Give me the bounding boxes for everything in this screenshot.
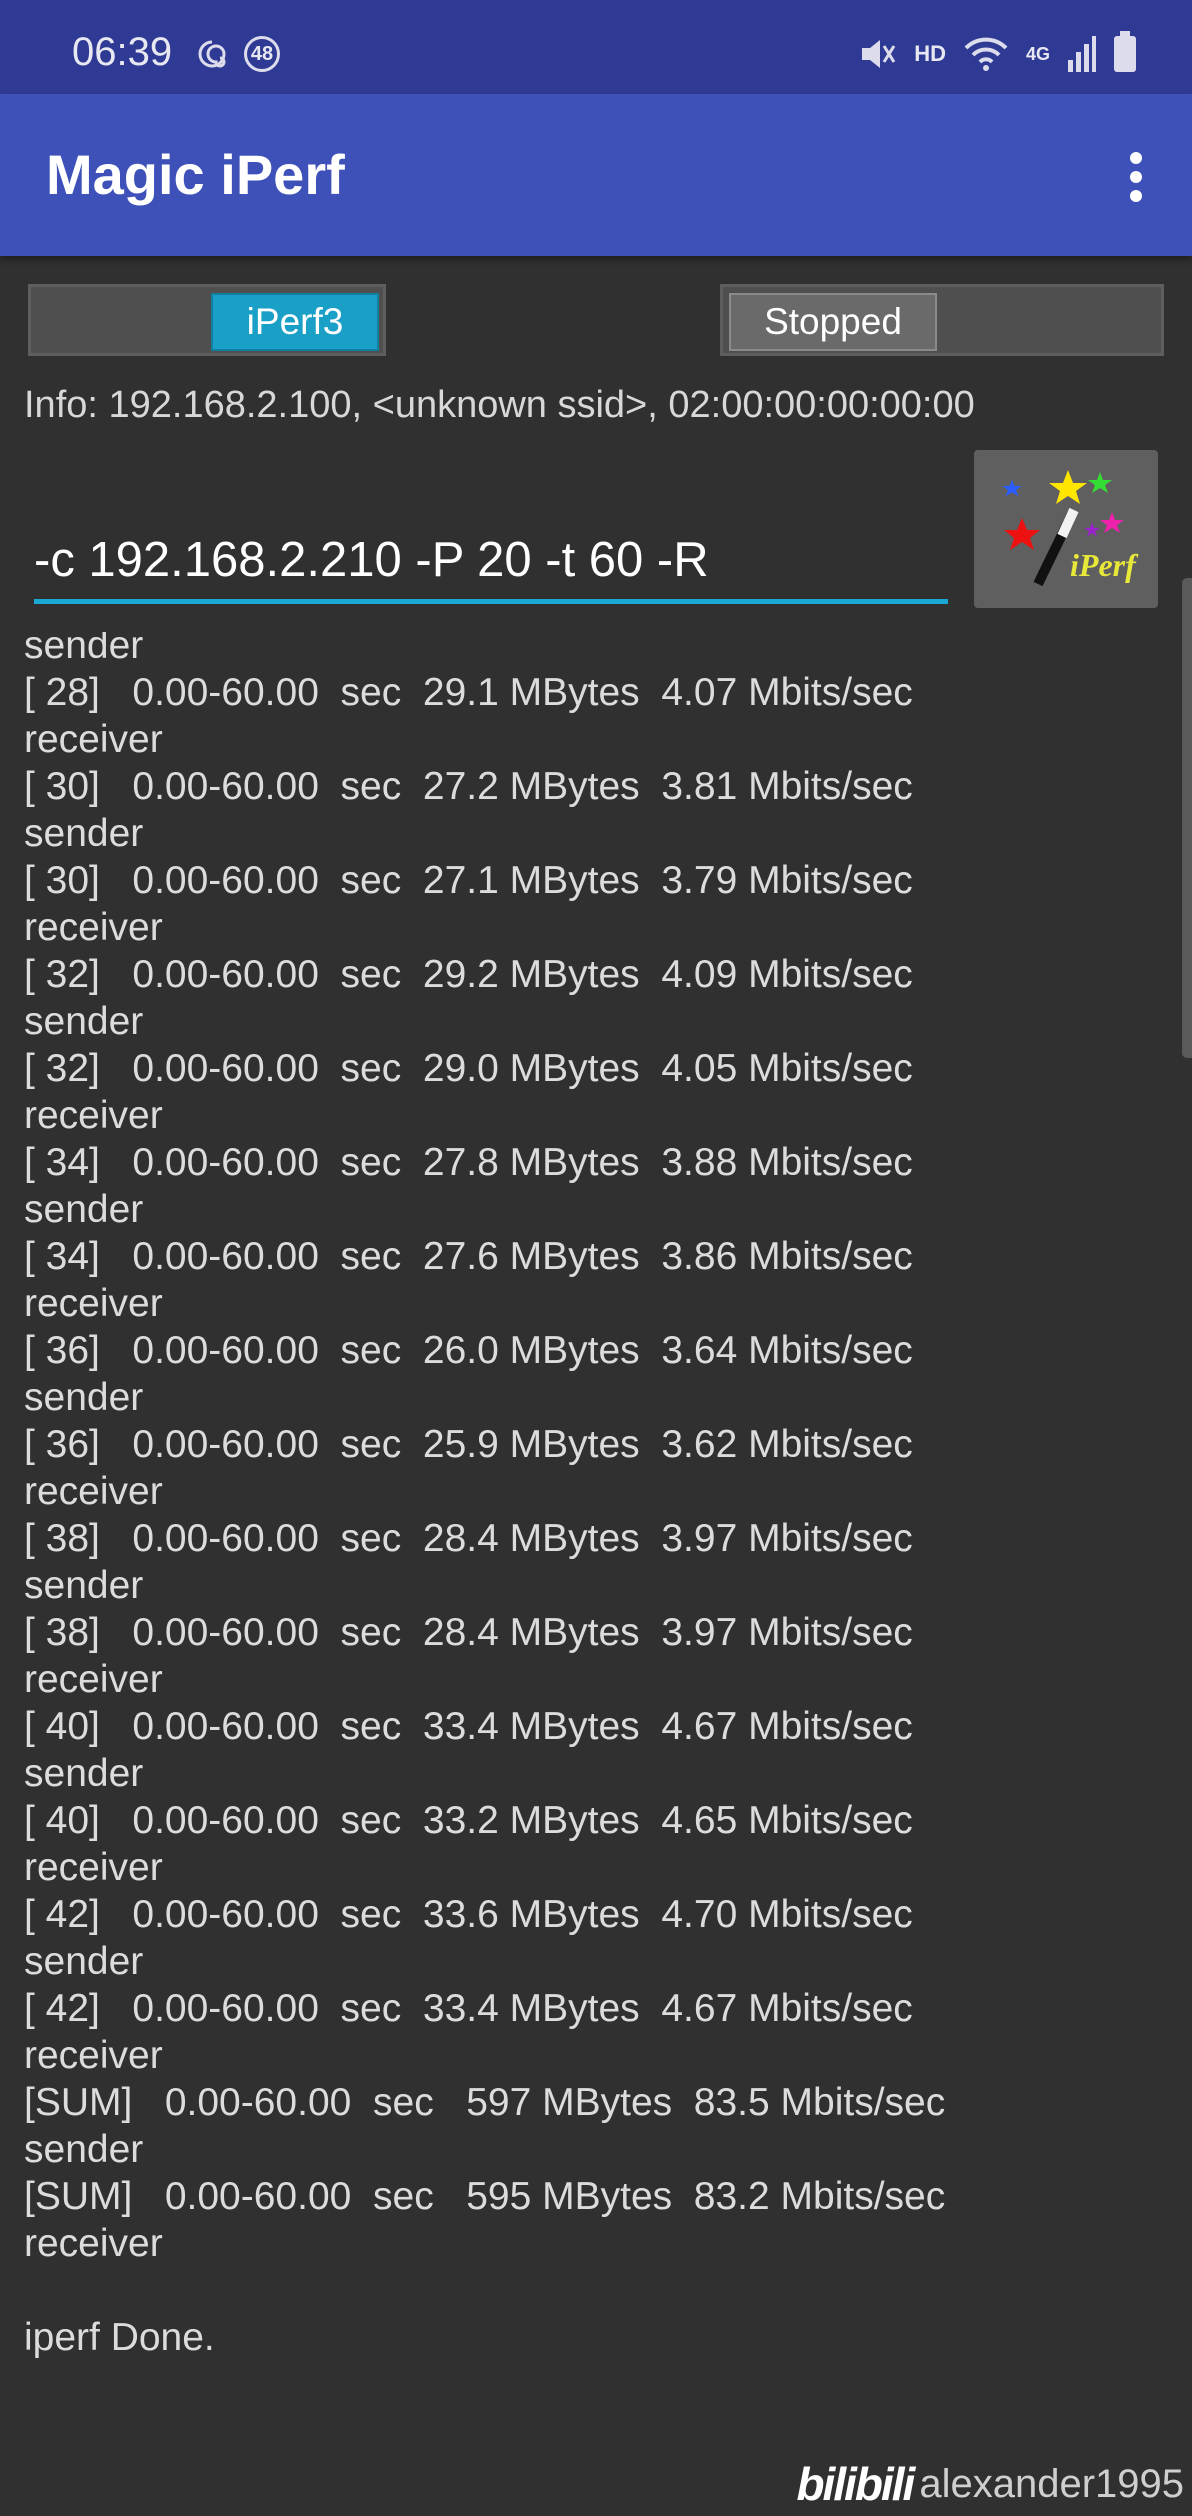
log-line: [SUM] 0.00-60.00 sec 595 MBytes 83.2 Mbi… [24,2175,946,2218]
log-line: sender [24,632,144,667]
hd-label: HD [914,41,946,66]
log-line: sender [24,1188,144,1231]
mute-icon [862,40,896,68]
log-line: [ 36] 0.00-60.00 sec 25.9 MBytes 3.62 Mb… [24,1423,913,1466]
log-line: [ 40] 0.00-60.00 sec 33.4 MBytes 4.67 Mb… [24,1705,913,1748]
log-line: receiver [24,906,163,949]
log-line: [ 32] 0.00-60.00 sec 29.0 MBytes 4.05 Mb… [24,1047,913,1090]
watermark-user: alexander1995 [919,2461,1184,2506]
log-line: [ 34] 0.00-60.00 sec 27.8 MBytes 3.88 Mb… [24,1141,913,1184]
status-icons-right: HD 4G [856,31,1136,74]
start-iperf-logo-button[interactable]: iPerf [974,450,1158,608]
status-bar: 06:39 48 HD 4G [0,0,1192,94]
log-line: [ 38] 0.00-60.00 sec 28.4 MBytes 3.97 Mb… [24,1611,913,1654]
log-line: sender [24,1752,144,1795]
log-line: [ 38] 0.00-60.00 sec 28.4 MBytes 3.97 Mb… [24,1517,913,1560]
output-log: sender [ 28] 0.00-60.00 sec 29.1 MBytes 4… [0,632,1192,2412]
state-toggle[interactable]: Stopped [720,284,1164,356]
overflow-menu-icon[interactable] [1130,152,1142,202]
log-line: receiver [24,1846,163,1889]
log-line: receiver [24,2222,163,2265]
log-line: sender [24,1940,144,1983]
bilibili-logo: bilibili [796,2458,915,2510]
log-line: [ 42] 0.00-60.00 sec 33.4 MBytes 4.67 Mb… [24,1987,913,2030]
magic-wand-icon: iPerf [1002,470,1139,587]
scrollbar[interactable] [1182,578,1192,1058]
status-icons-left: 48 [194,36,280,72]
network-info-text: Info: 192.168.2.100, <unknown ssid>, 02:… [24,384,975,426]
log-line: receiver [24,718,163,761]
log-line: [ 30] 0.00-60.00 sec 27.2 MBytes 3.81 Mb… [24,765,913,808]
status-time: 06:39 [72,30,173,74]
watermark: bilibili alexander1995 [796,2452,1184,2516]
log-line: receiver [24,1470,163,1513]
log-line: [ 30] 0.00-60.00 sec 27.1 MBytes 3.79 Mb… [24,859,913,902]
log-line: receiver [24,1094,163,1137]
signal-icon [1068,36,1096,72]
log-line: [ 32] 0.00-60.00 sec 29.2 MBytes 4.09 Mb… [24,953,913,996]
app-title: Magic iPerf [46,143,345,206]
wifi-icon [964,37,1008,71]
command-input[interactable] [34,520,948,604]
log-line: [ 42] 0.00-60.00 sec 33.6 MBytes 4.70 Mb… [24,1893,913,1936]
battery-icon [1114,31,1136,72]
notification-count-badge: 48 [244,36,280,72]
log-line: receiver [24,1658,163,1701]
log-line: iperf Done. [24,2316,215,2359]
log-line: [SUM] 0.00-60.00 sec 597 MBytes 83.5 Mbi… [24,2081,946,2124]
iperf3-mode-button[interactable]: iPerf3 [211,293,379,351]
log-line: [ 36] 0.00-60.00 sec 26.0 MBytes 3.64 Mb… [24,1329,913,1372]
log-line: [ 34] 0.00-60.00 sec 27.6 MBytes 3.86 Mb… [24,1235,913,1278]
log-line: sender [24,1376,144,1419]
log-line: sender [24,2128,144,2171]
logo-text: iPerf [1070,547,1139,583]
log-line: receiver [24,2034,163,2077]
log-line: sender [24,812,144,855]
output-log-lines: sender [ 28] 0.00-60.00 sec 29.1 MBytes 4… [24,632,945,2361]
log-line: receiver [24,1282,163,1325]
swirl-icon [198,40,226,68]
log-line: [ 28] 0.00-60.00 sec 29.1 MBytes 4.07 Mb… [24,671,913,714]
app-bar: Magic iPerf [0,94,1192,256]
mode-toggle[interactable]: iPerf3 [28,284,386,356]
log-line: sender [24,1564,144,1607]
stopped-state-button[interactable]: Stopped [729,293,937,351]
log-line: ​ [24,2267,945,2314]
network-type-label: 4G [1025,43,1050,64]
log-line: sender [24,1000,144,1043]
log-line: [ 40] 0.00-60.00 sec 33.2 MBytes 4.65 Mb… [24,1799,913,1842]
